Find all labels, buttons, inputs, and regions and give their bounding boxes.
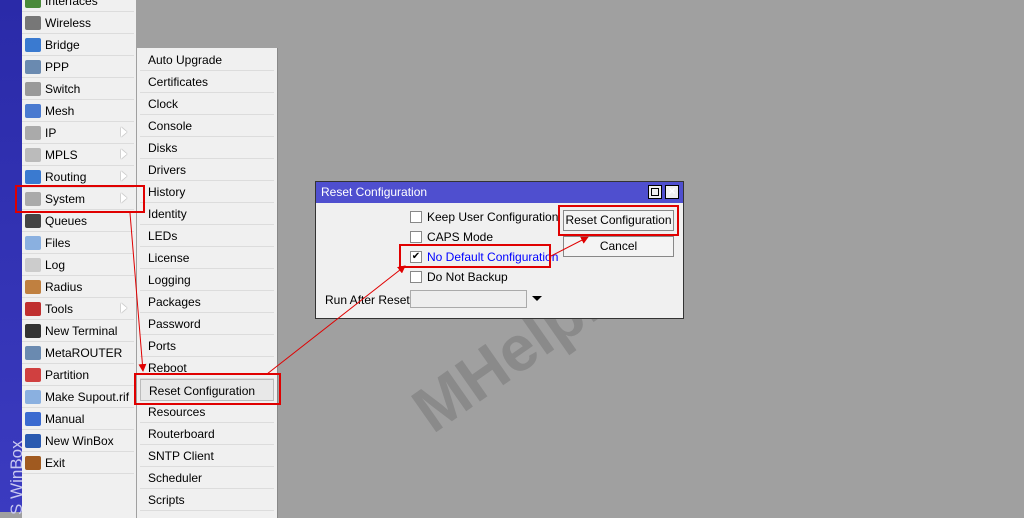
highlight-reset-menu <box>134 373 281 405</box>
arrow-checkbox-to-button <box>550 236 589 257</box>
highlight-no-default <box>399 244 551 268</box>
annotation-arrows <box>15 185 589 405</box>
arrow-system-to-reset <box>129 212 147 372</box>
highlight-system <box>15 185 145 213</box>
arrow-reset-to-checkbox <box>266 265 406 375</box>
